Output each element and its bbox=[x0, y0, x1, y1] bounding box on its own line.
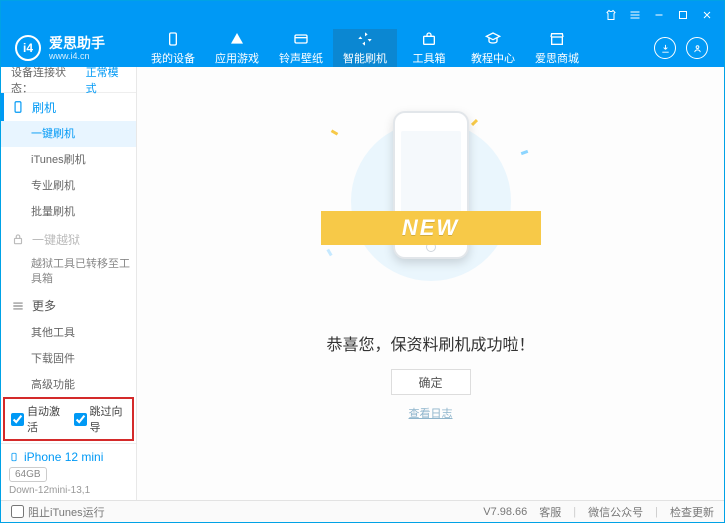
nav-smart-flash[interactable]: 智能刷机 bbox=[333, 29, 397, 67]
logo: i4 爱思助手 www.i4.cn bbox=[1, 35, 141, 61]
lock-icon bbox=[11, 232, 25, 246]
ribbon-text: NEW bbox=[321, 211, 541, 245]
close-icon[interactable] bbox=[696, 4, 718, 26]
nav-my-device[interactable]: 我的设备 bbox=[141, 29, 205, 67]
download-button[interactable] bbox=[654, 37, 676, 59]
connection-status: 设备连接状态： 正常模式 bbox=[1, 67, 136, 93]
sidebar-item-itunes-flash[interactable]: iTunes刷机 bbox=[1, 147, 136, 173]
sidebar-item-onekey-flash[interactable]: 一键刷机 bbox=[1, 121, 136, 147]
device-panel[interactable]: iPhone 12 mini 64GB Down-12mini-13,1 bbox=[1, 443, 136, 500]
sidebar: 设备连接状态： 正常模式 刷机 一键刷机 iTunes刷机 专业刷机 批量刷机 … bbox=[1, 67, 137, 500]
footer: 阻止iTunes运行 V7.98.66 客服 | 微信公众号 | 检查更新 bbox=[1, 500, 724, 522]
footer-check-update[interactable]: 检查更新 bbox=[670, 504, 714, 520]
sidebar-item-other-tools[interactable]: 其他工具 bbox=[1, 320, 136, 346]
nav-store[interactable]: 爱思商城 bbox=[525, 29, 589, 67]
skin-icon[interactable] bbox=[600, 4, 622, 26]
minimize-icon[interactable] bbox=[648, 4, 670, 26]
sidebar-item-pro-flash[interactable]: 专业刷机 bbox=[1, 173, 136, 199]
footer-service[interactable]: 客服 bbox=[539, 504, 561, 520]
header: i4 爱思助手 www.i4.cn 我的设备 应用游戏 铃声壁纸 智能刷机 工具… bbox=[1, 29, 724, 67]
sidebar-more-header[interactable]: 更多 bbox=[1, 292, 136, 320]
titlebar bbox=[1, 1, 724, 29]
version-label: V7.98.66 bbox=[483, 506, 527, 518]
checkbox-skip-setup[interactable]: 跳过向导 bbox=[74, 403, 127, 435]
top-nav: 我的设备 应用游戏 铃声壁纸 智能刷机 工具箱 教程中心 爱思商城 bbox=[141, 29, 654, 67]
sidebar-flash-header[interactable]: 刷机 bbox=[1, 93, 136, 121]
success-illustration: NEW bbox=[321, 111, 541, 311]
footer-wechat[interactable]: 微信公众号 bbox=[588, 504, 643, 520]
device-baseline: Down-12mini-13,1 bbox=[9, 485, 128, 496]
app-url: www.i4.cn bbox=[49, 52, 105, 61]
sidebar-jailbreak-header[interactable]: 一键越狱 bbox=[1, 225, 136, 253]
checkbox-block-itunes[interactable]: 阻止iTunes运行 bbox=[11, 504, 105, 520]
sidebar-item-download-firmware[interactable]: 下载固件 bbox=[1, 346, 136, 372]
main-content: NEW 恭喜您，保资料刷机成功啦！ 确定 查看日志 bbox=[137, 67, 724, 500]
nav-ringtones[interactable]: 铃声壁纸 bbox=[269, 29, 333, 67]
logo-badge: i4 bbox=[15, 35, 41, 61]
sidebar-item-batch-flash[interactable]: 批量刷机 bbox=[1, 199, 136, 225]
checkbox-auto-activate[interactable]: 自动激活 bbox=[11, 403, 64, 435]
phone-icon bbox=[11, 100, 25, 114]
jailbreak-note: 越狱工具已转移至工具箱 bbox=[1, 253, 136, 292]
device-capacity: 64GB bbox=[9, 467, 47, 482]
account-button[interactable] bbox=[686, 37, 708, 59]
confirm-button[interactable]: 确定 bbox=[391, 369, 471, 395]
menu-icon[interactable] bbox=[624, 4, 646, 26]
device-icon bbox=[9, 450, 19, 464]
nav-tutorials[interactable]: 教程中心 bbox=[461, 29, 525, 67]
sidebar-item-advanced[interactable]: 高级功能 bbox=[1, 372, 136, 395]
view-log-link[interactable]: 查看日志 bbox=[409, 405, 453, 421]
nav-apps-games[interactable]: 应用游戏 bbox=[205, 29, 269, 67]
maximize-icon[interactable] bbox=[672, 4, 694, 26]
success-message: 恭喜您，保资料刷机成功啦！ bbox=[326, 331, 534, 355]
device-name: iPhone 12 mini bbox=[9, 450, 128, 464]
app-name: 爱思助手 bbox=[49, 36, 105, 50]
connection-mode: 正常模式 bbox=[86, 64, 126, 96]
header-right bbox=[654, 37, 724, 59]
highlighted-options: 自动激活 跳过向导 bbox=[3, 397, 134, 441]
nav-toolbox[interactable]: 工具箱 bbox=[397, 29, 461, 67]
list-icon bbox=[11, 299, 25, 313]
